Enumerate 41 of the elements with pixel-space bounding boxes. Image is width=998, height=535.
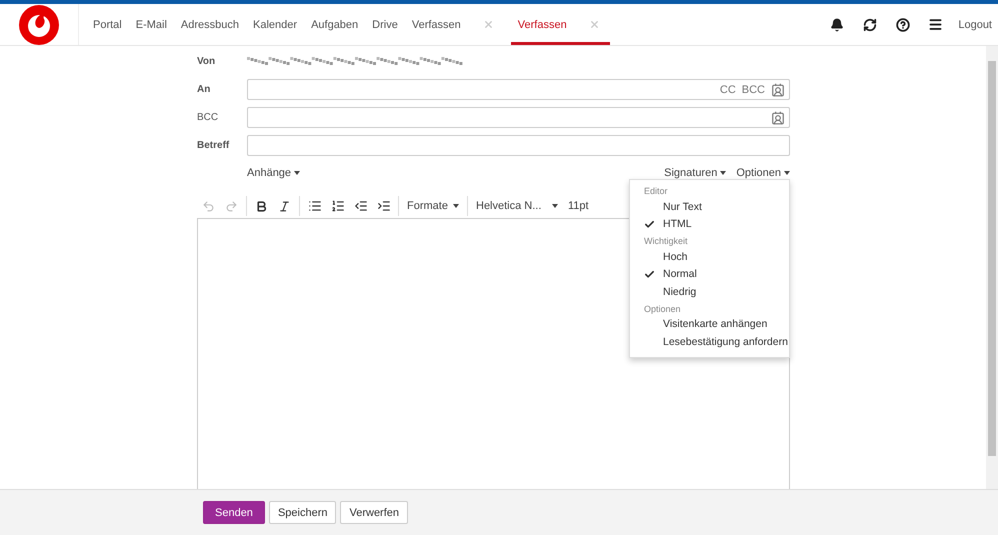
menu-item[interactable]: Visitenkarte anhängen: [630, 316, 789, 333]
bcc-link[interactable]: BCC: [742, 84, 765, 96]
bcc-label: BCC: [197, 112, 220, 123]
logout-link[interactable]: Logout: [958, 18, 992, 30]
nav-tab[interactable]: Verfassen: [510, 4, 610, 45]
scrollbar[interactable]: [986, 46, 998, 489]
menu-item[interactable]: HTML: [630, 216, 789, 233]
check-icon: [644, 268, 655, 280]
nav-tab[interactable]: Aufgaben: [304, 4, 366, 45]
menu-item[interactable]: Normal: [630, 266, 789, 283]
signatures-dropdown[interactable]: Signaturen: [664, 167, 726, 179]
vodafone-logo: [18, 4, 60, 46]
menu-section-header: Optionen: [643, 302, 682, 316]
send-button[interactable]: Senden: [203, 501, 265, 524]
subject-field[interactable]: [247, 135, 790, 156]
menu-section-header: Wichtigkeit: [643, 235, 689, 248]
secondary-button[interactable]: Speichern: [268, 501, 336, 524]
nav-tab[interactable]: Portal: [86, 4, 129, 45]
menu-item[interactable]: Niedrig: [630, 283, 789, 300]
nav-tab[interactable]: E-Mail: [128, 4, 174, 45]
to-label: An: [197, 84, 212, 95]
options-dropdown[interactable]: Optionen: [736, 167, 790, 179]
menu-item[interactable]: Lesebestätigung anfordern: [630, 333, 789, 350]
secondary-button[interactable]: Verwerfen: [340, 501, 408, 524]
subject-label: Betreff: [197, 140, 230, 151]
bcc-field[interactable]: [247, 107, 790, 128]
check-icon: [644, 218, 655, 230]
font-dropdown[interactable]: Helvetica N...: [471, 200, 563, 212]
contact-icon[interactable]: [771, 82, 785, 96]
nav-tab[interactable]: Verfassen: [404, 4, 501, 45]
cc-link[interactable]: CC: [720, 84, 736, 96]
formats-dropdown[interactable]: Formate: [402, 200, 464, 212]
nav-tab[interactable]: Drive: [365, 4, 405, 45]
nav-tab[interactable]: Kalender: [246, 4, 304, 45]
menu-section-header: Editor: [643, 185, 669, 198]
attachments-dropdown[interactable]: Anhänge: [247, 167, 300, 179]
nav-tab[interactable]: Adressbuch: [174, 4, 246, 45]
menu-item[interactable]: Hoch: [630, 248, 789, 266]
from-label: Von: [197, 56, 216, 67]
to-field[interactable]: CC BCC: [247, 79, 790, 100]
contact-icon[interactable]: [771, 110, 785, 124]
